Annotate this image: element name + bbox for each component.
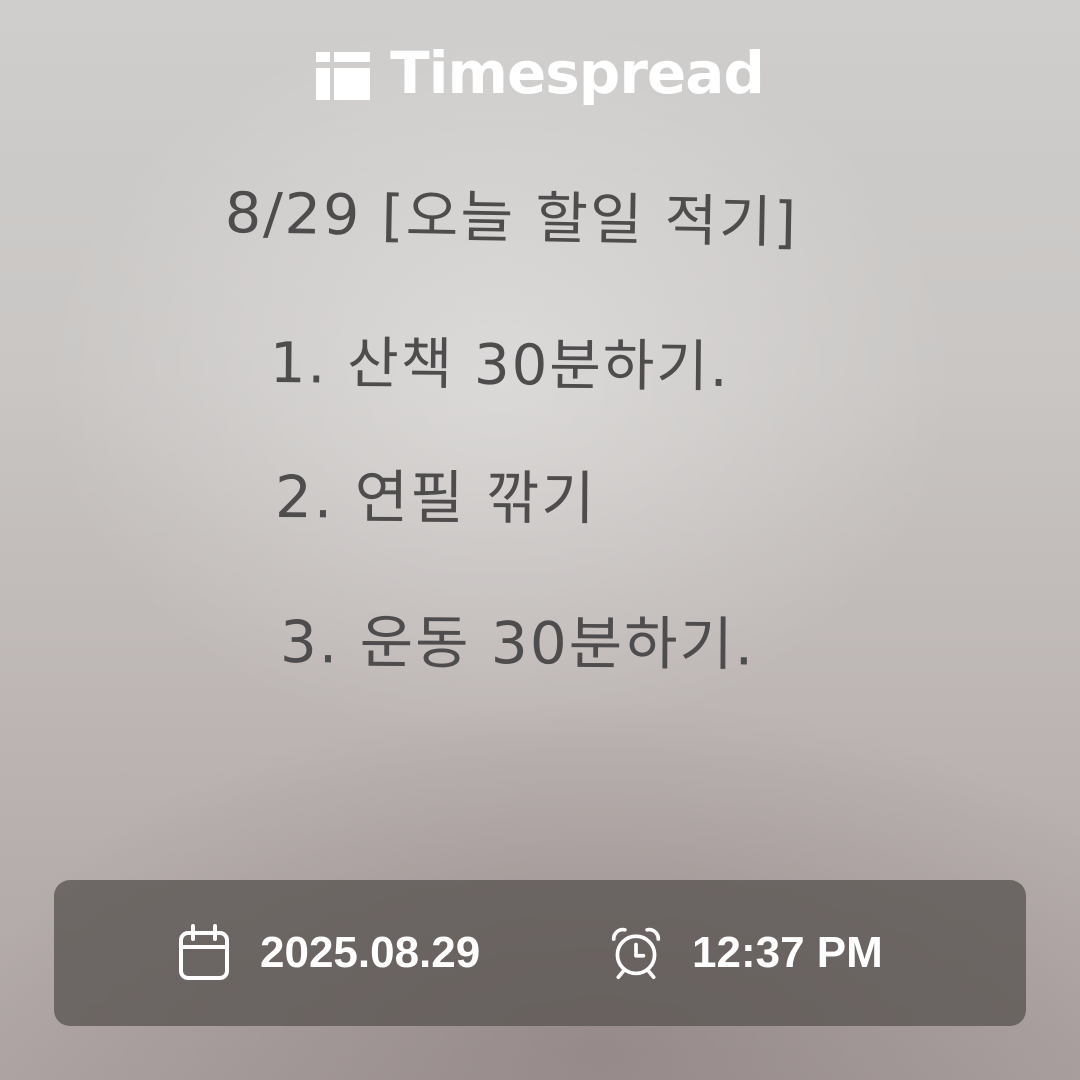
- note-item: 1. 산책 30분하기.: [269, 331, 730, 401]
- note-title: 8/29 [오늘 할일 적기]: [224, 181, 799, 256]
- alarm-clock-icon: [611, 927, 661, 979]
- timestamp-bar: 2025.08.29 12:37 PM: [54, 880, 1026, 1026]
- time-display: 12:37 PM: [610, 880, 883, 1026]
- note-item: 2. 연필 깎기: [274, 463, 597, 533]
- calendar-icon: [179, 924, 229, 980]
- date-text: 2025.08.29: [260, 928, 481, 977]
- date-display: 2025.08.29: [178, 880, 480, 1026]
- time-text: 12:37 PM: [692, 928, 883, 977]
- note-item: 3. 운동 30분하기.: [279, 608, 756, 679]
